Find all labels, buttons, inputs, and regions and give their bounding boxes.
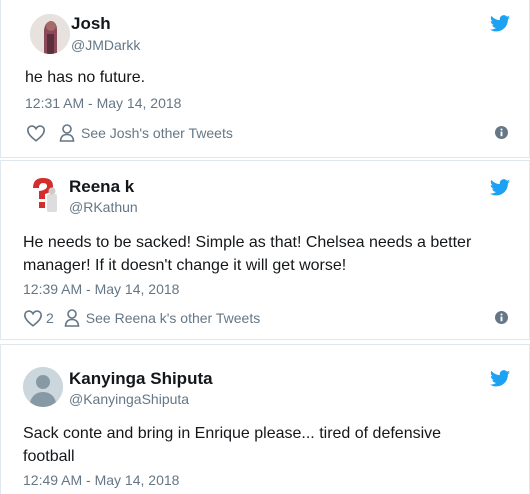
avatar[interactable] <box>23 367 63 407</box>
author-name[interactable]: Kanyinga Shiputa <box>69 369 213 389</box>
tweet-card: Reena k @RKathun He needs to be sacked! … <box>0 160 530 340</box>
heart-icon[interactable] <box>26 124 46 142</box>
author-handle[interactable]: @KanyingaShiputa <box>69 391 189 407</box>
tweet-card: Josh @JMDarkk he has no future. 12:31 AM… <box>0 0 530 158</box>
person-icon <box>64 309 80 327</box>
tweet-text: He needs to be sacked! Simple as that! C… <box>23 234 472 274</box>
like-count: 2 <box>46 310 54 326</box>
tweet-card: Kanyinga Shiputa @KanyingaShiputa Sack c… <box>0 344 530 494</box>
info-icon[interactable] <box>495 311 508 324</box>
tweet-timestamp[interactable]: 12:49 AM - May 14, 2018 <box>23 472 179 488</box>
author-handle[interactable]: @RKathun <box>69 199 138 215</box>
tweet-actions: See Josh's other Tweets <box>26 124 233 142</box>
info-icon[interactable] <box>495 126 508 139</box>
author-name[interactable]: Reena k <box>69 177 134 197</box>
see-other-tweets-link[interactable]: See Josh's other Tweets <box>81 125 233 141</box>
heart-icon[interactable] <box>23 309 43 327</box>
see-other-tweets-link[interactable]: See Reena k's other Tweets <box>86 310 260 326</box>
tweet-timestamp[interactable]: 12:39 AM - May 14, 2018 <box>23 281 179 297</box>
twitter-bird-icon[interactable] <box>490 179 510 196</box>
tweet-text: he has no future. <box>25 69 146 86</box>
tweet-text: Sack conte and bring in Enrique please..… <box>23 425 442 465</box>
person-icon <box>59 124 75 142</box>
author-handle[interactable]: @JMDarkk <box>71 37 140 53</box>
tweet-timestamp[interactable]: 12:31 AM - May 14, 2018 <box>25 95 181 111</box>
twitter-bird-icon[interactable] <box>490 15 510 32</box>
author-name[interactable]: Josh <box>71 14 111 34</box>
avatar[interactable] <box>25 175 65 215</box>
tweet-actions: 2 See Reena k's other Tweets <box>23 309 260 327</box>
avatar[interactable] <box>30 14 70 54</box>
twitter-bird-icon[interactable] <box>490 370 510 387</box>
